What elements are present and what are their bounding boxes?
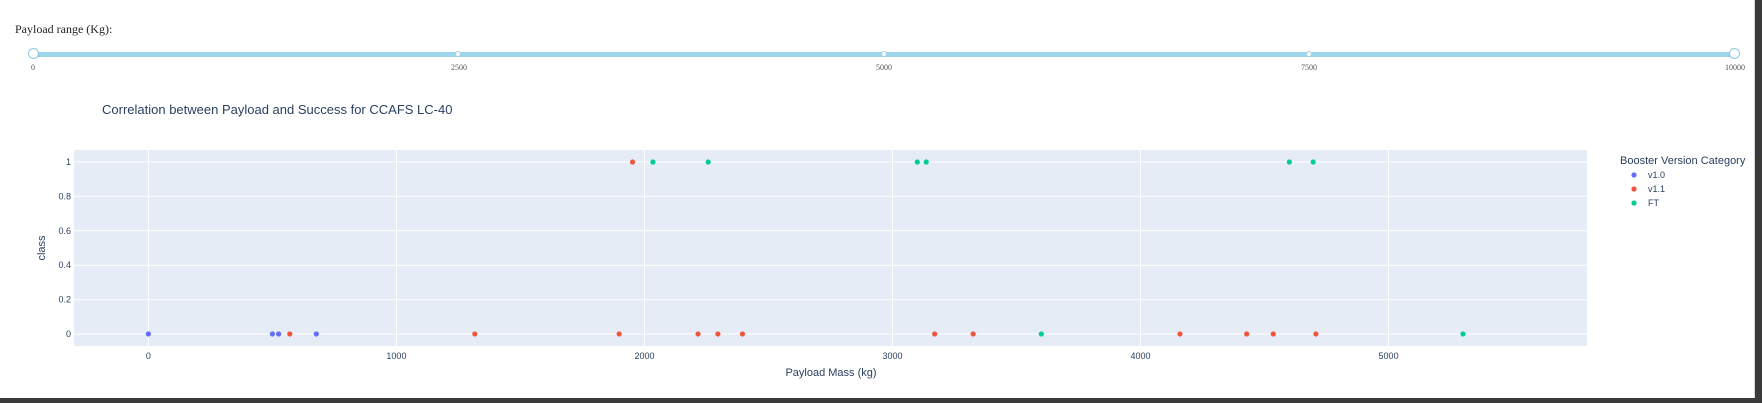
data-point-v1-1[interactable] [739, 331, 746, 337]
data-point-ft[interactable] [1286, 159, 1292, 165]
y-tick-label: 1 [66, 157, 71, 167]
data-point-ft[interactable] [705, 159, 711, 165]
data-point-v1-0[interactable] [269, 331, 276, 337]
data-point-v1-1[interactable] [287, 331, 293, 337]
data-point-v1-1[interactable] [932, 331, 938, 337]
legend-title: Booster Version Category [1620, 155, 1746, 167]
data-point-ft[interactable] [1038, 331, 1044, 337]
plot-area[interactable] [74, 150, 1587, 346]
x-axis-label: Payload Mass (kg) [785, 367, 876, 379]
legend-item-label[interactable]: FT [1648, 198, 1659, 208]
data-point-v1-1[interactable] [1244, 331, 1250, 337]
x-tick-label: 3000 [882, 351, 902, 361]
data-point-v1-0[interactable] [276, 331, 282, 337]
legend-marker[interactable] [1631, 172, 1637, 178]
data-point-ft[interactable] [1310, 159, 1316, 165]
data-point-ft[interactable] [923, 159, 929, 165]
data-point-v1-1[interactable] [715, 331, 721, 337]
scatter-chart: Correlation between Payload and Success … [36, 102, 1746, 379]
data-point-ft[interactable] [1460, 331, 1466, 337]
legend-marker[interactable] [1631, 200, 1637, 206]
data-point-ft[interactable] [650, 159, 656, 165]
data-point-v1-0[interactable] [145, 331, 152, 337]
y-tick-label: 0 [66, 329, 71, 339]
data-point-v1-1[interactable] [970, 331, 976, 337]
x-tick-labels: 0 1000 2000 3000 4000 5000 [146, 351, 1399, 361]
y-axis-label: class [36, 235, 48, 261]
x-tick-label: 4000 [1131, 351, 1151, 361]
x-tick-label: 5000 [1379, 351, 1399, 361]
data-point-v1-0[interactable] [313, 331, 319, 337]
legend-marker[interactable] [1631, 186, 1637, 192]
data-point-ft[interactable] [914, 159, 920, 165]
data-point-v1-1[interactable] [1270, 331, 1276, 337]
data-point-v1-1[interactable] [616, 331, 622, 337]
chart-title: Correlation between Payload and Success … [102, 102, 452, 117]
legend-item-label[interactable]: v1.0 [1648, 170, 1665, 180]
data-point-v1-1[interactable] [472, 331, 478, 337]
x-tick-label: 0 [146, 351, 151, 361]
y-tick-label: 0.2 [58, 295, 71, 305]
y-tick-labels: 0 0.2 0.4 0.6 0.8 1 [58, 157, 71, 339]
data-point-v1-1[interactable] [695, 331, 701, 337]
y-tick-label: 0.4 [58, 260, 71, 270]
legend: Booster Version Category v1.0 v1.1 FT [1620, 155, 1746, 208]
data-point-v1-1[interactable] [1313, 331, 1319, 337]
x-tick-label: 2000 [634, 351, 654, 361]
x-tick-label: 1000 [386, 351, 406, 361]
legend-item-label[interactable]: v1.1 [1648, 184, 1665, 194]
data-point-v1-1[interactable] [629, 159, 636, 165]
y-tick-label: 0.6 [58, 226, 71, 236]
data-point-v1-1[interactable] [1177, 331, 1183, 337]
y-tick-label: 0.8 [58, 191, 71, 201]
